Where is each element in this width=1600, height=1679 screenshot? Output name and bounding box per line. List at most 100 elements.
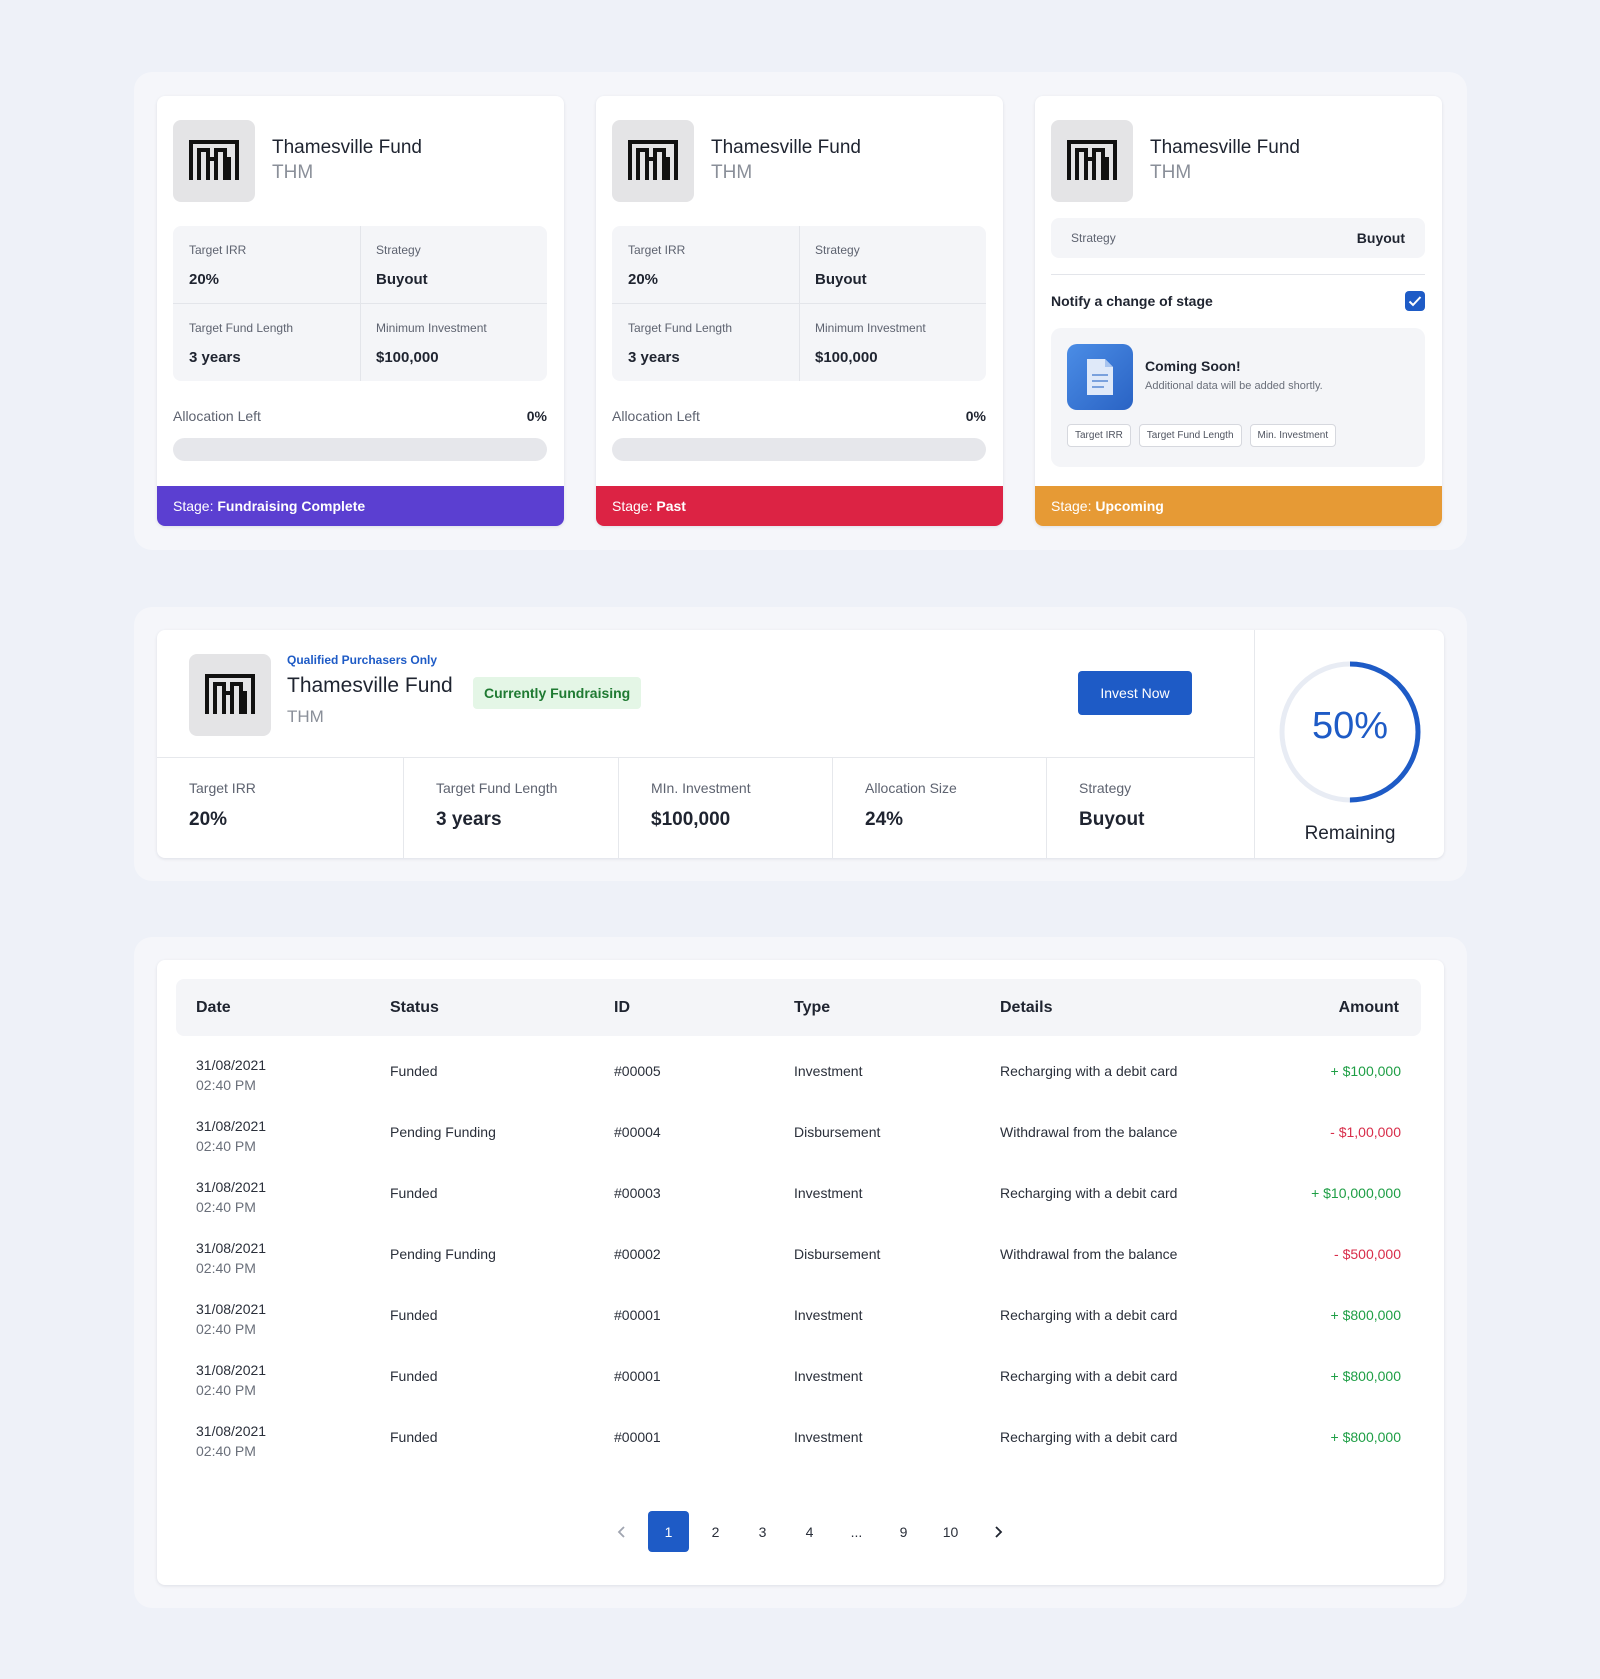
strategy-row: Strategy Buyout [1051,218,1425,258]
fund-name: Thamesville Fund [711,137,861,158]
fund-card-upcoming[interactable]: Thamesville Fund THM Strategy Buyout Not… [1035,96,1442,526]
date-text: 31/08/2021 [196,1179,267,1195]
metric-value: 20% [189,809,228,830]
cell-type: Investment [794,1307,863,1323]
cell-status: Funded [390,1185,438,1201]
chevron-left-icon [617,1525,625,1538]
fund-name: Thamesville Fund [272,137,422,158]
time-text: 02:40 PM [196,1077,256,1093]
cell-amount: + $800,000 [1330,1307,1401,1323]
metric-value: 3 years [436,809,502,830]
metric-target-irr: Target IRR 20% [173,226,360,303]
col-header-id[interactable]: ID [614,999,630,1017]
cell-details: Recharging with a debit card [1000,1368,1178,1384]
cell-status: Funded [390,1429,438,1445]
pagination-page-4[interactable]: 4 [789,1511,830,1552]
status-badge: Currently Fundraising [473,677,642,709]
time-text: 02:40 PM [196,1443,256,1459]
invest-now-button[interactable]: Invest Now [1078,671,1192,715]
stage-prefix: Stage: [612,498,653,514]
qualifier-label: Qualified Purchasers Only [287,653,438,667]
pagination-page-1[interactable]: 1 [648,1511,689,1552]
cell-id: #00005 [614,1063,661,1079]
metric-label: Minimum Investment [815,321,926,335]
col-header-details[interactable]: Details [1000,999,1052,1017]
table-row[interactable]: 31/08/2021 02:40 PM Funded #00001 Investment… [176,1347,1421,1408]
pagination-page-2[interactable]: 2 [695,1511,736,1552]
notify-checkbox[interactable] [1405,291,1425,311]
col-header-amount[interactable]: Amount [1339,999,1399,1017]
pagination-page-3[interactable]: 3 [742,1511,783,1552]
fund-ticker: THM [287,707,324,726]
allocation-row: Allocation Left 0% [173,408,547,424]
metric-target-irr: Target IRR 20% [157,758,404,858]
cell-date: 31/08/2021 02:40 PM [196,1421,266,1461]
pagination-page-9[interactable]: 9 [883,1511,924,1552]
metric-min-investment: MIn. Investment $100,000 [619,758,833,858]
pagination-page-10[interactable]: 10 [930,1511,971,1552]
cell-details: Withdrawal from the balance [1000,1124,1178,1140]
fund-logo-icon [189,140,239,180]
pagination-prev[interactable] [601,1511,642,1552]
cell-status: Funded [390,1368,438,1384]
cell-amount: + $100,000 [1330,1063,1401,1079]
cell-date: 31/08/2021 02:40 PM [196,1299,266,1339]
grid-divider [173,303,547,304]
stage-value: Upcoming [1095,498,1164,514]
check-icon [1408,296,1422,307]
cell-id: #00002 [614,1246,661,1262]
coming-soon-subtitle: Additional data will be added shortly. [1145,380,1323,392]
strategy-value: Buyout [1356,230,1405,246]
fund-logo [173,120,255,202]
fund-header: Thamesville Fund THM [173,120,422,202]
metric-label: Minimum Investment [376,321,487,335]
cell-details: Withdrawal from the balance [1000,1246,1178,1262]
pagination: 1 2 3 4... 9 10 [601,1511,1024,1552]
table-row[interactable]: 31/08/2021 02:40 PM Funded #00001 Investment… [176,1408,1421,1469]
metric-target-fund-length: Target Fund Length 3 years [173,304,360,381]
metric-label: Strategy [1079,780,1132,796]
fund-header: Qualified Purchasers Only Thamesville Fu… [189,653,453,736]
coming-soon-title: Coming Soon! [1145,358,1241,374]
stage-bar: Stage: Past [596,486,1003,526]
metric-minimum-investment: Minimum Investment $100,000 [799,304,986,381]
metric-target-fund-length: Target Fund Length 3 years [612,304,799,381]
fund-logo-icon [1067,140,1117,180]
col-header-type[interactable]: Type [794,999,830,1017]
cell-type: Investment [794,1429,863,1445]
fund-card-fundraising-complete[interactable]: Thamesville Fund THM Target IRR 20% Stra… [157,96,564,526]
remaining-gauge: 50% Remaining [1256,630,1444,858]
document-icon [1067,344,1133,410]
date-text: 31/08/2021 [196,1057,267,1073]
table-row[interactable]: 31/08/2021 02:40 PM Funded #00001 Investment… [176,1286,1421,1347]
metric-strategy: Strategy Buyout [360,226,547,303]
table-row[interactable]: 31/08/2021 02:40 PM Funded #00005 Investment… [176,1042,1421,1103]
cell-details: Recharging with a debit card [1000,1307,1178,1323]
metric-label: Strategy [815,243,860,257]
table-row[interactable]: 31/08/2021 02:40 PM Pending Funding #00002 D… [176,1225,1421,1286]
metric-value: Buyout [815,271,867,288]
chip-target-irr: Target IRR [1067,424,1131,447]
allocation-progress-bar [612,438,986,461]
pagination-next[interactable] [977,1511,1018,1552]
col-header-status[interactable]: Status [390,999,439,1017]
fund-logo [1051,120,1133,202]
metric-label: Target IRR [189,780,256,796]
metric-value: 24% [865,809,904,830]
fund-name: Thamesville Fund [1150,137,1300,158]
stage-value: Past [656,498,686,514]
cell-amount: - $1,00,000 [1330,1124,1401,1140]
date-text: 31/08/2021 [196,1423,267,1439]
fund-card-past[interactable]: Thamesville Fund THM Target IRR 20% Stra… [596,96,1003,526]
table-row[interactable]: 31/08/2021 02:40 PM Pending Funding #00004 D… [176,1103,1421,1164]
metric-value: $100,000 [376,349,439,366]
col-header-date[interactable]: Date [196,999,231,1017]
table-row[interactable]: 31/08/2021 02:40 PM Funded #00003 Investment… [176,1164,1421,1225]
fund-ticker: THM [711,162,753,183]
pagination-pages: 1 2 3 4... 9 10 [648,1511,977,1552]
metric-value: 3 years [628,349,680,366]
metric-value: 20% [189,271,220,288]
cell-date: 31/08/2021 02:40 PM [196,1116,266,1156]
stage-bar: Stage: Upcoming [1035,486,1442,526]
coming-soon-box: Coming Soon! Additional data will be add… [1051,328,1425,467]
